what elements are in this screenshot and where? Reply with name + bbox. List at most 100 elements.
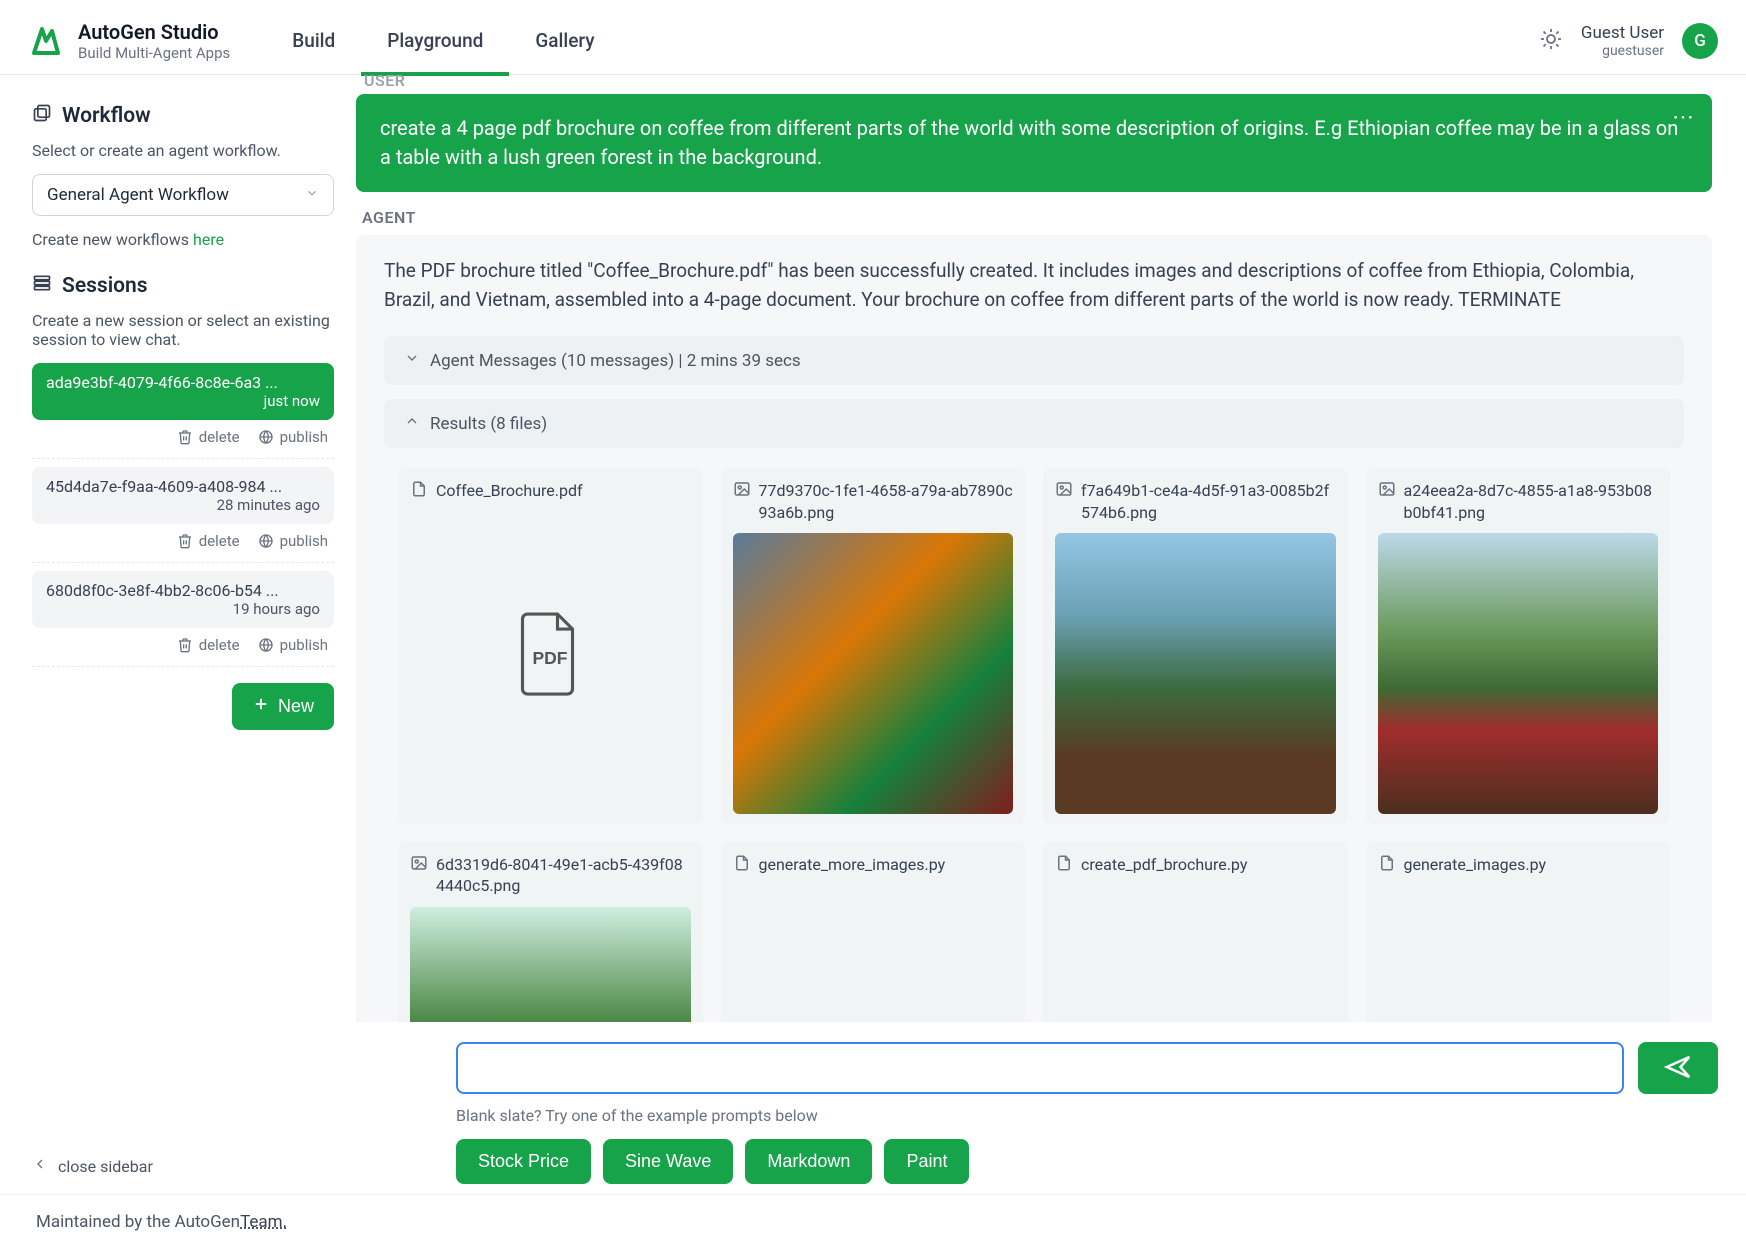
main-panel: USER ⋯ create a 4 page pdf brochure on c…: [356, 75, 1746, 1194]
suggestion-button[interactable]: Paint: [884, 1139, 969, 1184]
globe-icon: [258, 637, 274, 653]
new-session-label: New: [278, 696, 314, 717]
session-id: 45d4da7e-f9aa-4609-a408-984 ...: [46, 477, 320, 496]
results-grid: Coffee_Brochure.pdf PDF 77d9370c-1fe1-4658…: [384, 462, 1684, 1022]
sessions-subtitle: Create a new session or select an existi…: [32, 311, 334, 349]
file-type-icon: [733, 480, 751, 504]
logo-icon: [28, 23, 64, 59]
plus-icon: [252, 695, 270, 718]
session-publish-button[interactable]: publish: [258, 636, 328, 654]
create-workflows-link[interactable]: here: [193, 230, 224, 249]
image-thumbnail: [1378, 533, 1659, 814]
agent-messages-summary: Agent Messages (10 messages) | 2 mins 39…: [430, 351, 801, 371]
chevron-down-icon: [404, 350, 420, 371]
session-delete-button[interactable]: delete: [177, 532, 240, 550]
close-sidebar-button[interactable]: close sidebar: [32, 1142, 334, 1176]
agent-message: The PDF brochure titled "Coffee_Brochure…: [356, 235, 1712, 1022]
footer-prefix: Maintained by the AutoGen: [36, 1212, 240, 1232]
file-name: 6d3319d6-8041-49e1-acb5-439f084440c5.png: [436, 854, 691, 897]
user-message: ⋯ create a 4 page pdf brochure on coffee…: [356, 94, 1712, 192]
user-label: USER: [356, 75, 1712, 90]
session-item[interactable]: 680d8f0c-3e8f-4bb2-8c06-b54 ...19 hours …: [32, 571, 334, 628]
file-type-icon: [733, 854, 751, 878]
trash-icon: [177, 429, 193, 445]
file-type-icon: [1055, 854, 1073, 878]
file-card[interactable]: create_pdf_brochure.py: [1043, 842, 1348, 1022]
globe-icon: [258, 429, 274, 445]
file-card[interactable]: 6d3319d6-8041-49e1-acb5-439f084440c5.png: [398, 842, 703, 1022]
message-more-icon[interactable]: ⋯: [1672, 102, 1696, 134]
globe-icon: [258, 533, 274, 549]
session-publish-label: publish: [280, 532, 328, 550]
blank-slate-text: Blank slate? Try one of the example prom…: [456, 1106, 1718, 1125]
new-session-button[interactable]: New: [232, 683, 334, 730]
close-sidebar-label: close sidebar: [58, 1157, 153, 1176]
agent-label: AGENT: [356, 208, 1712, 227]
suggestions-row: Stock Price Sine Wave Markdown Paint: [456, 1139, 1718, 1184]
agent-messages-accordion[interactable]: Agent Messages (10 messages) | 2 mins 39…: [384, 336, 1684, 385]
workflow-subtitle: Select or create an agent workflow.: [32, 141, 334, 160]
agent-message-text: The PDF brochure titled "Coffee_Brochure…: [384, 257, 1684, 314]
send-button[interactable]: [1638, 1042, 1718, 1094]
top-nav: AutoGen Studio Build Multi-Agent Apps Bu…: [0, 0, 1746, 75]
footer: Maintained by the AutoGen Team.: [0, 1194, 1746, 1249]
user-name: Guest User: [1581, 23, 1664, 43]
file-card[interactable]: generate_images.py: [1366, 842, 1671, 1022]
workflow-select[interactable]: General Agent Workflow: [32, 174, 334, 216]
file-type-icon: [410, 854, 428, 878]
brand-title: AutoGen Studio: [78, 20, 230, 44]
session-item[interactable]: ada9e3bf-4079-4f66-8c8e-6a3 ...just now: [32, 363, 334, 420]
session-delete-button[interactable]: delete: [177, 428, 240, 446]
prompt-input[interactable]: [456, 1042, 1624, 1094]
image-thumbnail: [410, 907, 691, 1022]
session-delete-label: delete: [199, 428, 240, 446]
session-delete-label: delete: [199, 532, 240, 550]
brand-subtitle: Build Multi-Agent Apps: [78, 44, 230, 62]
session-publish-label: publish: [280, 428, 328, 446]
workflow-selected: General Agent Workflow: [47, 185, 229, 205]
results-accordion[interactable]: Results (8 files): [384, 399, 1684, 448]
send-icon: [1663, 1052, 1693, 1085]
file-card[interactable]: 77d9370c-1fe1-4658-a79a-ab7890c93a6b.png: [721, 468, 1026, 824]
chevron-up-icon: [404, 413, 420, 434]
file-name: Coffee_Brochure.pdf: [436, 480, 583, 502]
results-summary: Results (8 files): [430, 414, 547, 434]
user-block[interactable]: Guest User guestuser: [1581, 23, 1664, 59]
file-name: f7a649b1-ce4a-4d5f-91a3-0085b2f574b6.png: [1081, 480, 1336, 523]
suggestion-button[interactable]: Stock Price: [456, 1139, 591, 1184]
file-card[interactable]: a24eea2a-8d7c-4855-a1a8-953b08b0bf41.png: [1366, 468, 1671, 824]
avatar[interactable]: G: [1682, 23, 1718, 59]
file-card[interactable]: generate_more_images.py: [721, 842, 1026, 1022]
chevron-left-icon: [32, 1156, 48, 1176]
session-time: 19 hours ago: [46, 600, 320, 618]
tab-playground[interactable]: Playground: [361, 7, 509, 76]
workflow-heading: Workflow: [62, 104, 151, 128]
image-thumbnail: [733, 533, 1014, 814]
footer-link[interactable]: Team.: [240, 1212, 287, 1232]
file-type-icon: [1055, 480, 1073, 504]
input-area: Blank slate? Try one of the example prom…: [356, 1022, 1718, 1194]
session-publish-label: publish: [280, 636, 328, 654]
file-name: generate_more_images.py: [759, 854, 946, 876]
theme-toggle-icon[interactable]: [1539, 27, 1563, 55]
suggestion-button[interactable]: Markdown: [745, 1139, 872, 1184]
tab-build[interactable]: Build: [266, 7, 361, 76]
session-publish-button[interactable]: publish: [258, 532, 328, 550]
session-delete-label: delete: [199, 636, 240, 654]
session-delete-button[interactable]: delete: [177, 636, 240, 654]
tab-gallery[interactable]: Gallery: [509, 7, 620, 76]
file-type-icon: [1378, 480, 1396, 504]
file-name: a24eea2a-8d7c-4855-a1a8-953b08b0bf41.png: [1404, 480, 1659, 523]
trash-icon: [177, 533, 193, 549]
session-item[interactable]: 45d4da7e-f9aa-4609-a408-984 ...28 minute…: [32, 467, 334, 524]
file-card[interactable]: f7a649b1-ce4a-4d5f-91a3-0085b2f574b6.png: [1043, 468, 1348, 824]
suggestion-button[interactable]: Sine Wave: [603, 1139, 733, 1184]
session-publish-button[interactable]: publish: [258, 428, 328, 446]
session-time: 28 minutes ago: [46, 496, 320, 514]
file-type-icon: [1378, 854, 1396, 878]
svg-text:PDF: PDF: [533, 648, 568, 668]
create-workflows-prefix: Create new workflows: [32, 230, 193, 249]
file-card[interactable]: Coffee_Brochure.pdf PDF: [398, 468, 703, 824]
image-thumbnail: [1055, 533, 1336, 814]
file-name: 77d9370c-1fe1-4658-a79a-ab7890c93a6b.png: [759, 480, 1014, 523]
